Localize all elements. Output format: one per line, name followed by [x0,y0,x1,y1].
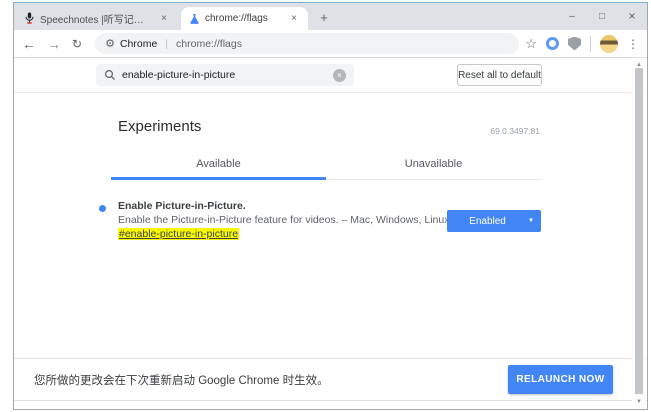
scrollbar-thumb[interactable] [635,68,643,394]
reload-icon[interactable]: ↻ [72,38,82,50]
scroll-down-icon[interactable]: ▼ [632,396,646,408]
close-icon[interactable]: × [158,13,170,24]
browser-window: Speechnotes |听写记事本 × chrome://flags × + … [13,2,648,410]
back-icon[interactable]: ← [22,37,36,51]
site-label: Chrome [120,38,157,50]
forward-icon[interactable]: → [47,37,61,51]
chevron-down-icon: ▼ [528,218,534,224]
tab-chrome-flags[interactable]: chrome://flags × [181,7,308,30]
menu-dots-icon[interactable]: ⋮ [627,37,639,51]
tab-unavailable[interactable]: Unavailable [326,153,541,180]
tab-title: Speechnotes |听写记事本 [40,11,153,26]
maximize-button[interactable]: □ [587,3,617,29]
close-icon[interactable]: × [288,13,300,24]
tab-speechnotes[interactable]: Speechnotes |听写记事本 × [18,7,176,29]
page-scrollbar[interactable]: ▲ ▼ [632,59,646,408]
extension-ring-icon[interactable] [546,37,559,50]
reset-all-button[interactable]: Reset all to default [457,64,542,86]
chrome-version: 69.0.3497.81 [490,126,540,136]
bookmark-star-icon[interactable]: ☆ [525,36,537,52]
tab-title: chrome://flags [205,13,283,24]
new-tab-button[interactable]: + [316,9,332,25]
url-text: chrome://flags [176,38,242,50]
minimize-button[interactable]: – [557,3,587,29]
search-icon [104,69,116,81]
flag-value-label: Enabled [447,216,528,227]
relaunch-message: 您所做的更改会在下次重新启动 Google Chrome 时生效。 [34,372,329,388]
toolbar-divider [590,36,591,52]
microphone-icon [24,12,35,24]
clear-search-icon[interactable]: × [333,69,346,82]
header-divider [14,92,647,93]
flask-icon [189,13,200,25]
flags-search-box: × [96,64,354,86]
flag-value-dropdown[interactable]: Enabled ▼ [447,210,541,232]
address-bar[interactable]: ⚙ Chrome | chrome://flags [95,33,519,54]
relaunch-bar: 您所做的更改会在下次重新启动 Google Chrome 时生效。 RELAUN… [14,358,647,401]
tab-available[interactable]: Available [111,153,326,180]
relaunch-now-button[interactable]: RELAUNCH NOW [508,365,613,394]
window-controls: – □ × [557,3,647,29]
flag-name: Enable Picture-in-Picture. [118,200,246,212]
flag-bullet-dot [99,205,106,212]
page-title: Experiments [118,118,201,135]
tab-strip: Speechnotes |听写记事本 × chrome://flags × + … [14,3,647,30]
gear-icon[interactable]: ⚙ [105,37,115,50]
flags-page: × Reset all to default Experiments 69.0.… [14,58,647,409]
flag-permalink[interactable]: #enable-picture-in-picture [118,228,239,240]
url-separator: | [162,38,171,50]
extension-shield-icon[interactable] [568,37,581,51]
window-close-button[interactable]: × [617,3,647,29]
flags-search-input[interactable] [122,69,327,81]
profile-avatar[interactable] [600,35,618,53]
availability-tabs: Available Unavailable [111,153,541,180]
browser-toolbar: ← → ↻ ⚙ Chrome | chrome://flags ☆ ⋮ [14,30,647,58]
toolbar-right-icons: ☆ ⋮ [525,35,639,53]
